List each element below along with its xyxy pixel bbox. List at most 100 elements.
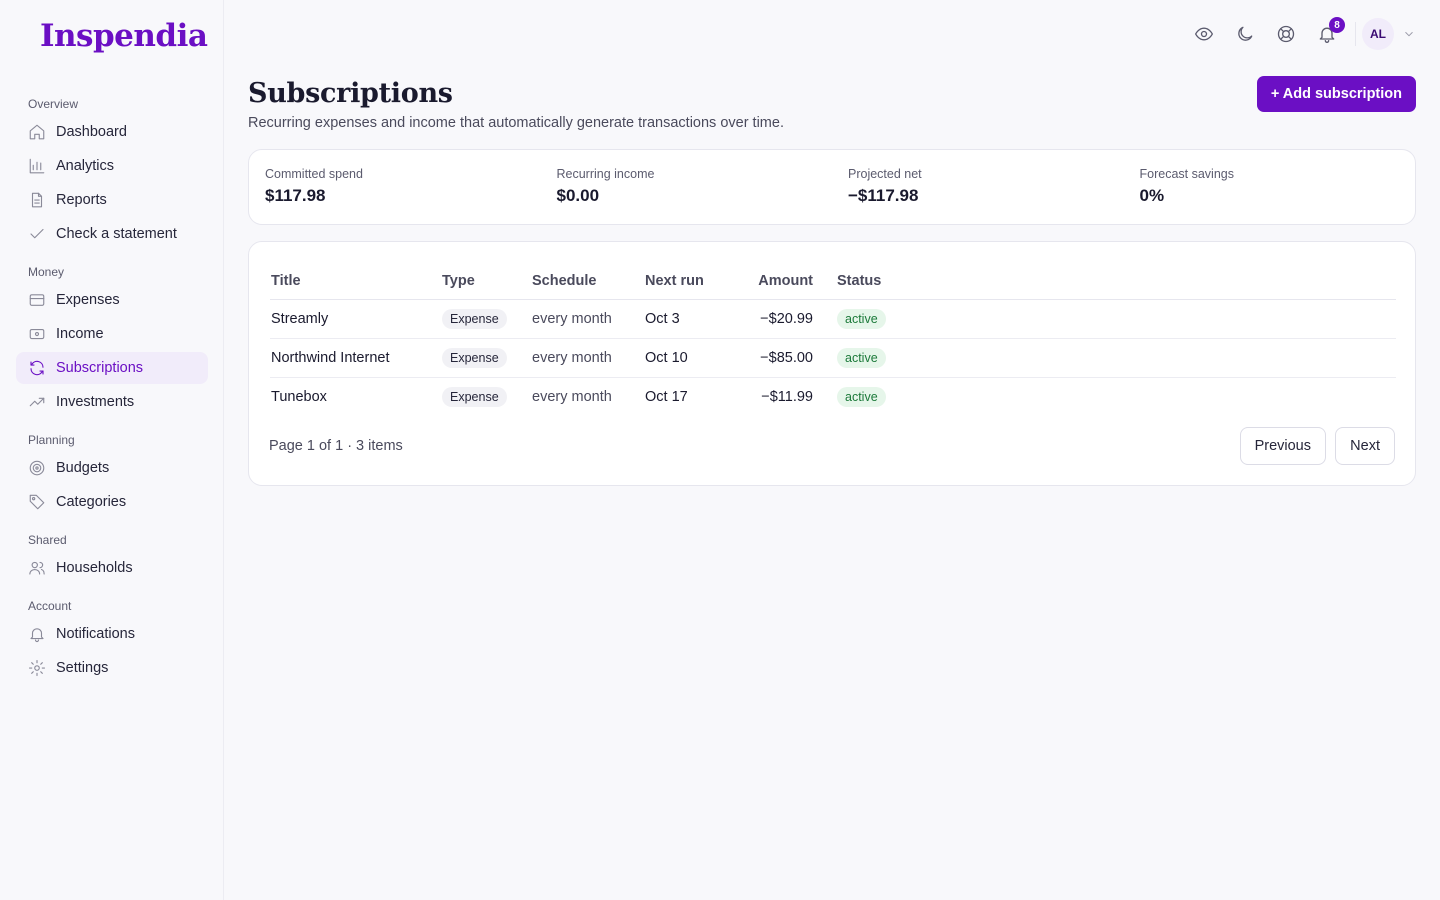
- sidebar-item-label: Notifications: [56, 626, 135, 642]
- sidebar-item-income[interactable]: Income: [16, 318, 208, 350]
- type-badge: Expense: [442, 386, 507, 407]
- column-header-next-run[interactable]: Next run: [645, 263, 735, 300]
- sidebar-item-settings[interactable]: Settings: [16, 652, 208, 684]
- stat-value: −$117.98: [848, 186, 919, 205]
- sidebar-item-budgets[interactable]: Budgets: [16, 452, 208, 484]
- sidebar-item-label: Reports: [56, 192, 107, 208]
- column-header-schedule[interactable]: Schedule: [532, 263, 645, 300]
- cell-amount: −$11.99: [761, 388, 813, 405]
- gear-icon: [28, 659, 46, 677]
- sidebar-item-label: Categories: [56, 494, 127, 510]
- cell-schedule: every month: [532, 388, 612, 405]
- next-page-button[interactable]: Next: [1335, 427, 1395, 465]
- eye-icon[interactable]: [1192, 22, 1216, 46]
- bar-chart-icon: [28, 157, 46, 175]
- nav-heading: Overview: [28, 97, 79, 111]
- column-header-amount[interactable]: Amount: [735, 263, 837, 300]
- column-header-type[interactable]: Type: [442, 263, 532, 300]
- stat-value: 0%: [1139, 186, 1165, 205]
- cell-type: Expense: [442, 299, 532, 339]
- sidebar-item-label: Subscriptions: [56, 360, 144, 376]
- banknote-icon: [28, 325, 46, 343]
- stat-label: Recurring income: [556, 167, 655, 181]
- sidebar: Inspendia Overview Dashboard Analytics R…: [0, 0, 224, 900]
- cell-type: Expense: [442, 338, 532, 378]
- notifications-bell-icon[interactable]: 8: [1315, 17, 1345, 46]
- cell-status: active: [837, 338, 1396, 378]
- target-icon: [28, 459, 46, 477]
- nav-heading: Planning: [28, 433, 75, 447]
- home-icon: [28, 123, 46, 141]
- document-icon: [28, 191, 46, 209]
- moon-icon[interactable]: [1233, 22, 1257, 46]
- sidebar-item-categories[interactable]: Categories: [16, 486, 208, 518]
- sidebar-item-check-statement[interactable]: Check a statement: [16, 218, 208, 250]
- sidebar-item-label: Dashboard: [56, 124, 127, 140]
- sidebar-item-label: Check a statement: [56, 226, 177, 242]
- status-badge: active: [837, 347, 886, 368]
- cell-status: active: [837, 377, 1396, 416]
- sidebar-item-label: Income: [56, 326, 104, 342]
- cell-status: active: [837, 299, 1396, 339]
- sidebar-item-analytics[interactable]: Analytics: [16, 150, 208, 182]
- sidebar-item-investments[interactable]: Investments: [16, 386, 208, 418]
- subscriptions-table: Title Type Schedule Next run Amount Stat…: [270, 263, 1396, 416]
- cell-next-run: Oct 10: [645, 338, 735, 378]
- nav-heading: Money: [28, 265, 65, 279]
- previous-page-button[interactable]: Previous: [1239, 427, 1326, 465]
- cell-amount: −$85.00: [735, 338, 837, 378]
- type-badge: Expense: [442, 347, 507, 368]
- sidebar-item-label: Households: [56, 560, 133, 576]
- cell-schedule: every month: [532, 299, 645, 339]
- stat-value: $0.00: [556, 186, 600, 205]
- type-badge: Expense: [442, 308, 507, 329]
- nav-section-account: Account Notifications Settings: [16, 598, 208, 684]
- chevron-down-icon[interactable]: [1402, 27, 1416, 41]
- sidebar-item-label: Budgets: [56, 460, 110, 476]
- pagination-summary: Page 1 of 1 · 3 items: [269, 438, 403, 454]
- topbar: 8 AL: [1175, 16, 1416, 52]
- sidebar-item-expenses[interactable]: Expenses: [16, 284, 208, 316]
- sidebar-item-label: Expenses: [56, 292, 120, 308]
- app-logo[interactable]: Inspendia: [40, 18, 208, 54]
- add-subscription-button[interactable]: + Add subscription: [1256, 76, 1416, 112]
- cell-title: Northwind Internet: [270, 338, 442, 378]
- nav-section-overview: Overview Dashboard Analytics Reports Che…: [16, 96, 208, 250]
- sidebar-nav: Overview Dashboard Analytics Reports Che…: [16, 96, 208, 698]
- column-header-status[interactable]: Status: [837, 263, 1396, 300]
- avatar[interactable]: AL: [1362, 18, 1394, 50]
- subscriptions-table-card: Title Type Schedule Next run Amount Stat…: [248, 241, 1416, 486]
- status-badge: active: [837, 308, 886, 329]
- stat-recurring-income: Recurring income $0.00: [541, 150, 833, 224]
- credit-card-icon: [28, 291, 46, 309]
- bell-icon: [28, 625, 46, 643]
- stat-forecast-savings: Forecast savings 0%: [1124, 150, 1416, 224]
- help-lifebuoy-icon[interactable]: [1274, 22, 1298, 46]
- sidebar-item-reports[interactable]: Reports: [16, 184, 208, 216]
- refresh-icon: [28, 359, 46, 377]
- table-row[interactable]: Northwind Internet Expense every month O…: [270, 338, 1396, 378]
- cell-next-run: Oct 17: [645, 388, 688, 405]
- table-row[interactable]: Tunebox Expense every month Oct 17 −$11.…: [270, 377, 1396, 416]
- page-title: Subscriptions: [248, 78, 453, 109]
- page-subtitle: Recurring expenses and income that autom…: [248, 115, 784, 131]
- nav-section-shared: Shared Households: [16, 532, 208, 584]
- nav-section-money: Money Expenses Income Subscriptions Inve…: [16, 264, 208, 418]
- stat-projected-net: Projected net −$117.98: [832, 150, 1124, 224]
- trending-up-icon: [28, 393, 46, 411]
- column-header-title[interactable]: Title: [270, 263, 442, 300]
- tag-icon: [28, 493, 46, 511]
- sidebar-item-dashboard[interactable]: Dashboard: [16, 116, 208, 148]
- sidebar-item-notifications[interactable]: Notifications: [16, 618, 208, 650]
- nav-heading: Shared: [28, 533, 67, 547]
- table-header-row: Title Type Schedule Next run Amount Stat…: [270, 263, 1396, 300]
- status-badge: active: [837, 386, 886, 407]
- sidebar-item-label: Settings: [56, 660, 109, 676]
- sidebar-item-label: Investments: [56, 394, 135, 410]
- stats-card: Committed spend $117.98 Recurring income…: [248, 149, 1416, 225]
- sidebar-item-households[interactable]: Households: [16, 552, 208, 584]
- table-row[interactable]: Streamly Expense every month Oct 3 −$20.…: [270, 299, 1396, 339]
- cell-schedule: every month: [532, 338, 645, 378]
- sidebar-item-subscriptions[interactable]: Subscriptions: [16, 352, 208, 384]
- stat-value: $117.98: [265, 186, 326, 205]
